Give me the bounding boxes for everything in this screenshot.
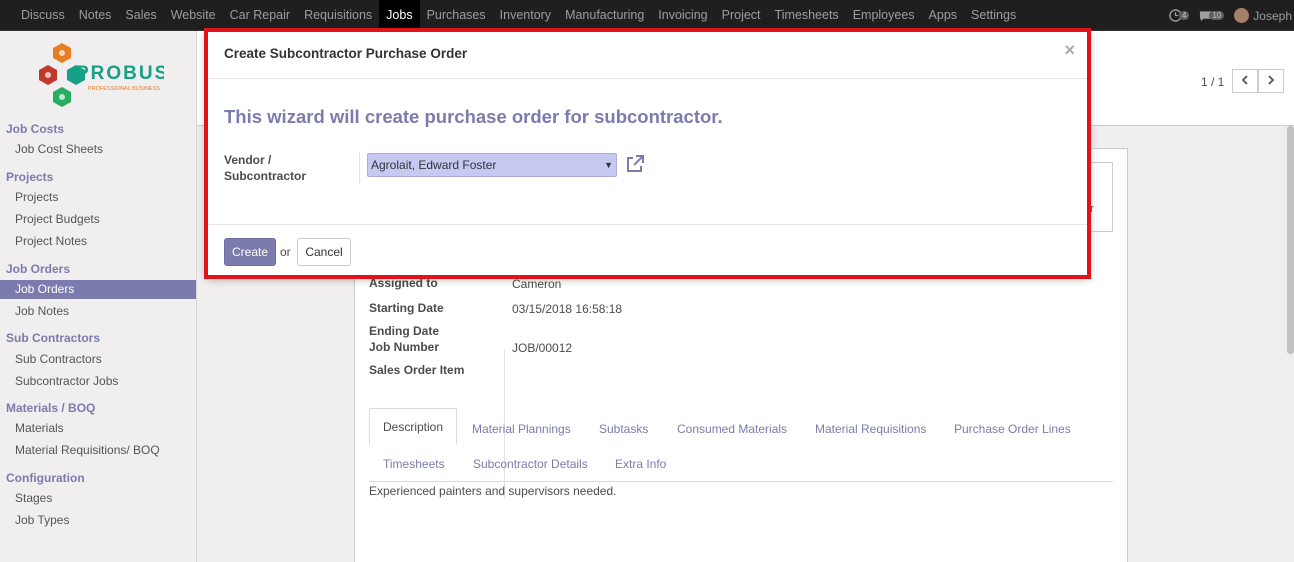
top-navbar: Discuss Notes Sales Website Car Repair R…	[0, 0, 1294, 31]
tab-subcontractor-details[interactable]: Subcontractor Details	[473, 457, 588, 471]
assigned-to-value[interactable]: Cameron	[512, 277, 561, 291]
menu-requisitions[interactable]: Requisitions	[297, 0, 379, 31]
sidebar-item-subcontractor-jobs[interactable]: Subcontractor Jobs	[0, 372, 196, 391]
tab-timesheets[interactable]: Timesheets	[383, 457, 445, 471]
cancel-button[interactable]: Cancel	[297, 238, 351, 266]
messaging-button[interactable]: 10	[1199, 10, 1225, 22]
menu-settings[interactable]: Settings	[964, 0, 1023, 31]
pager-next-button[interactable]	[1258, 69, 1284, 93]
menu-inventory[interactable]: Inventory	[493, 0, 558, 31]
probuse-logo-icon: PROBUSE PROFESSIONAL BUSINESS	[39, 43, 182, 107]
starting-date-label: Starting Date	[369, 301, 444, 315]
menu-sales[interactable]: Sales	[118, 0, 163, 31]
dialog-footer: Create or Cancel	[207, 224, 1088, 275]
page-scrollbar[interactable]	[1287, 126, 1294, 354]
sidebar-item-projects[interactable]: Projects	[0, 188, 196, 207]
chevron-left-icon	[1241, 75, 1248, 85]
external-link-icon[interactable]	[625, 154, 645, 174]
section-materials-boq: Materials / BOQ	[6, 401, 96, 415]
sidebar-item-material-requisitions[interactable]: Material Requisitions/ BOQ	[0, 441, 196, 460]
menu-discuss[interactable]: Discuss	[14, 0, 72, 31]
menu-jobs[interactable]: Jobs	[379, 0, 420, 31]
chevron-right-icon	[1268, 75, 1275, 85]
sidebar-item-job-cost-sheets[interactable]: Job Cost Sheets	[0, 140, 196, 159]
dialog-header: Create Subcontractor Purchase Order ×	[207, 30, 1088, 79]
message-count-badge: 10	[1209, 11, 1225, 20]
tab-purchase-order-lines[interactable]: Purchase Order Lines	[954, 422, 1071, 436]
section-job-costs: Job Costs	[6, 122, 65, 136]
sidebar-item-job-types[interactable]: Job Types	[0, 511, 196, 530]
svg-text:PROBUSE: PROBUSE	[76, 63, 164, 84]
svg-text:PROFESSIONAL BUSINESS: PROFESSIONAL BUSINESS	[88, 86, 160, 92]
subcontractor-po-dialog: Create Subcontractor Purchase Order × Th…	[207, 30, 1088, 275]
menu-notes[interactable]: Notes	[72, 0, 119, 31]
sidebar-item-job-orders[interactable]: Job Orders	[0, 280, 196, 299]
activity-count-badge: 4	[1178, 11, 1190, 20]
pager-previous-button[interactable]	[1232, 69, 1258, 93]
tab-material-plannings[interactable]: Material Plannings	[472, 422, 571, 436]
tab-consumed-materials[interactable]: Consumed Materials	[677, 422, 787, 436]
tab-description[interactable]: Description	[369, 408, 458, 445]
menu-timesheets[interactable]: Timesheets	[768, 0, 846, 31]
sales-order-item-label: Sales Order Item	[369, 363, 465, 377]
section-sub-contractors: Sub Contractors	[6, 331, 101, 345]
job-number-label: Job Number	[369, 340, 440, 354]
ending-date-label: Ending Date	[369, 324, 440, 338]
vendor-value: Agrolait, Edward Foster	[371, 158, 497, 172]
avatar	[1234, 8, 1250, 23]
menu-purchases[interactable]: Purchases	[420, 0, 493, 31]
menu-project[interactable]: Project	[715, 0, 768, 31]
systray: 4 10 Joseph	[1169, 0, 1294, 31]
company-logo: PROBUSE PROFESSIONAL BUSINESS	[36, 43, 182, 107]
vendor-select[interactable]: Agrolait, Edward Foster ▼	[367, 153, 617, 177]
menu-website[interactable]: Website	[164, 0, 223, 31]
section-job-orders: Job Orders	[6, 262, 71, 276]
sidebar-item-project-notes[interactable]: Project Notes	[0, 232, 196, 251]
sidebar-item-stages[interactable]: Stages	[0, 489, 196, 508]
menu-invoicing[interactable]: Invoicing	[651, 0, 714, 31]
vendor-label: Vendor / Subcontractor	[224, 153, 307, 183]
tab-subtasks[interactable]: Subtasks	[599, 422, 648, 436]
description-text[interactable]: Experienced painters and supervisors nee…	[369, 484, 617, 498]
starting-date-value[interactable]: 03/15/2018 16:58:18	[512, 302, 622, 316]
app-menu: Discuss Notes Sales Website Car Repair R…	[14, 0, 1023, 31]
menu-apps[interactable]: Apps	[922, 0, 965, 31]
tabs-divider	[369, 481, 1113, 482]
assigned-to-label: Assigned to	[369, 276, 438, 290]
dialog-title: Create Subcontractor Purchase Order	[224, 46, 468, 61]
user-menu[interactable]: Joseph	[1234, 8, 1292, 23]
sidebar: PROBUSE PROFESSIONAL BUSINESS Job Costs …	[0, 31, 197, 562]
pager-value: 1 / 1	[1201, 75, 1225, 89]
menu-car-repair[interactable]: Car Repair	[223, 0, 297, 31]
sidebar-item-project-budgets[interactable]: Project Budgets	[0, 210, 196, 229]
section-projects: Projects	[6, 170, 54, 184]
field-divider	[359, 152, 360, 184]
sidebar-item-job-notes[interactable]: Job Notes	[0, 302, 196, 321]
job-number-value: JOB/00012	[512, 341, 573, 355]
tab-extra-info[interactable]: Extra Info	[615, 457, 666, 471]
close-icon[interactable]: ×	[1064, 40, 1075, 61]
activity-button[interactable]: 4	[1169, 9, 1190, 22]
section-configuration: Configuration	[6, 471, 85, 485]
sidebar-item-materials[interactable]: Materials	[0, 419, 196, 438]
create-button[interactable]: Create	[224, 238, 276, 266]
user-name: Joseph	[1253, 8, 1292, 23]
menu-manufacturing[interactable]: Manufacturing	[558, 0, 651, 31]
caret-down-icon[interactable]: ▼	[604, 154, 613, 176]
menu-employees[interactable]: Employees	[846, 0, 922, 31]
wizard-heading: This wizard will create purchase order f…	[224, 106, 723, 127]
tab-material-requisitions[interactable]: Material Requisitions	[815, 422, 926, 436]
or-text: or	[280, 245, 291, 259]
sidebar-item-sub-contractors[interactable]: Sub Contractors	[0, 350, 196, 369]
